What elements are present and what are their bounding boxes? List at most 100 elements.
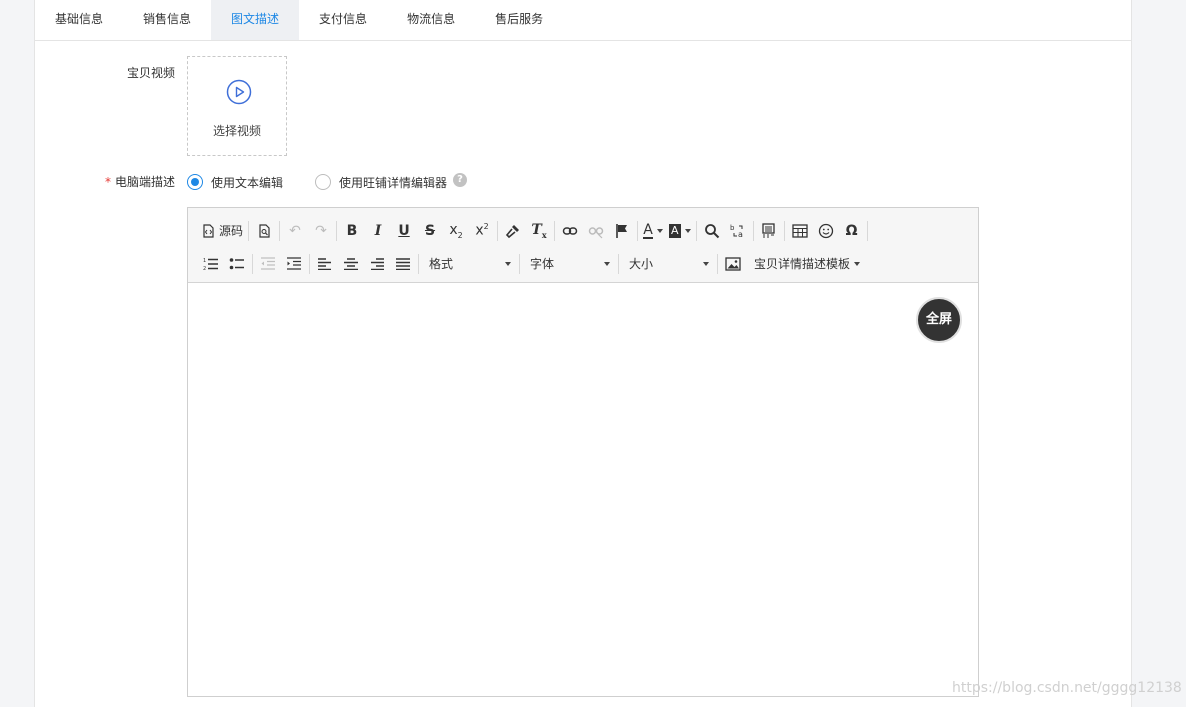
radio-text-editor[interactable]: 使用文本编辑 (187, 174, 283, 191)
redo-button[interactable]: ↷ (308, 218, 334, 244)
align-center-button[interactable] (338, 251, 364, 277)
align-right-button[interactable] (364, 251, 390, 277)
font-family-dropdown-label: 字体 (530, 257, 555, 271)
chevron-down-icon (703, 261, 709, 266)
toolbar-separator (497, 220, 499, 241)
tab-payment-info[interactable]: 支付信息 (299, 0, 387, 40)
undo-icon: ↶ (289, 222, 301, 239)
toolbar-separator (637, 220, 639, 241)
tab-sales-info[interactable]: 销售信息 (123, 0, 211, 40)
superscript-icon: x2 (475, 222, 489, 239)
align-left-button[interactable] (312, 251, 338, 277)
search-button[interactable] (699, 218, 725, 244)
tab-logistics-info[interactable]: 物流信息 (387, 0, 475, 40)
svg-text:a: a (738, 230, 743, 239)
toolbar-separator (309, 253, 310, 274)
outdent-button[interactable] (255, 251, 281, 277)
undo-button[interactable]: ↶ (282, 218, 308, 244)
ordered-list-icon: 12 (203, 258, 218, 271)
table-icon (791, 223, 808, 238)
toolbar-separator (279, 220, 281, 241)
table-button[interactable] (787, 218, 813, 244)
chevron-down-icon (505, 261, 511, 266)
play-circle-icon (226, 79, 252, 105)
insert-image-button[interactable] (720, 251, 746, 277)
font-family-dropdown[interactable]: 字体 (522, 251, 616, 277)
background-color-button[interactable]: A (666, 218, 694, 244)
source-code-icon (203, 223, 214, 238)
chevron-down-icon (604, 261, 610, 266)
text-color-icon: A (643, 221, 653, 239)
emoticon-button[interactable] (813, 218, 839, 244)
link-button[interactable] (557, 218, 583, 244)
toolbar-separator (252, 253, 253, 274)
clear-format-button[interactable]: Tx (526, 218, 552, 244)
toolbar-row-1: 源码 ↶ ↷ B I U S x2 x2 Tx A A b a Ω (198, 214, 978, 247)
underline-icon: U (398, 222, 410, 239)
radio-text-editor-circle[interactable] (187, 174, 203, 190)
unlink-button[interactable] (583, 218, 609, 244)
link-icon (562, 226, 578, 235)
format-painter-icon (505, 224, 520, 238)
fullscreen-button[interactable]: 全屏 (916, 297, 962, 343)
format-dropdown[interactable]: 格式 (421, 251, 517, 277)
page-break-icon (761, 222, 775, 237)
svg-text:2: 2 (203, 266, 206, 271)
toolbar-separator (618, 253, 619, 274)
text-color-button[interactable]: A (640, 218, 666, 244)
underline-button[interactable]: U (391, 218, 417, 244)
bold-button[interactable]: B (339, 218, 365, 244)
description-label: * 电脑端描述 (35, 173, 175, 190)
preview-icon (259, 223, 270, 238)
bullet-list-button[interactable] (224, 251, 250, 277)
help-icon[interactable]: ? (453, 173, 468, 187)
strikethrough-button[interactable]: S (417, 218, 443, 244)
tab-basic-info[interactable]: 基础信息 (35, 0, 123, 40)
subscript-icon: x2 (449, 221, 463, 240)
preview-button[interactable] (251, 218, 277, 244)
page-break-button[interactable] (756, 218, 782, 244)
watermark: https://blog.csdn.net/gggg12138 (952, 680, 1182, 696)
align-justify-button[interactable] (390, 251, 416, 277)
italic-icon: I (374, 222, 382, 239)
anchor-button[interactable] (609, 218, 635, 244)
detail-template-dropdown[interactable]: 宝贝详情描述模板 (746, 251, 866, 277)
editor-content-area[interactable]: 全屏 (188, 283, 978, 696)
editor-toolbar: 源码 ↶ ↷ B I U S x2 x2 Tx A A b a Ω 1 2 格式… (188, 208, 978, 283)
source-code-button[interactable]: 源码 (198, 218, 246, 244)
toolbar-separator (554, 220, 556, 241)
radio-wangpu-editor-circle[interactable] (315, 174, 332, 190)
toolbar-separator (519, 253, 520, 274)
align-right-icon (371, 257, 384, 270)
special-char-button[interactable]: Ω (839, 218, 865, 244)
replace-icon: ba (730, 224, 743, 239)
chevron-down-icon (854, 261, 861, 266)
omega-icon: Ω (845, 222, 858, 239)
align-center-icon (344, 257, 358, 270)
indent-button[interactable] (281, 251, 307, 277)
tab-after-sales[interactable]: 售后服务 (475, 0, 563, 40)
smiley-icon (818, 223, 833, 238)
indent-icon (287, 256, 301, 270)
unlink-icon (588, 226, 604, 238)
font-size-dropdown-label: 大小 (629, 257, 654, 271)
format-dropdown-label: 格式 (429, 257, 454, 271)
subscript-button[interactable]: x2 (443, 218, 469, 244)
font-size-dropdown[interactable]: 大小 (621, 251, 715, 277)
background-color-icon: A (669, 223, 681, 238)
chevron-down-icon (684, 228, 691, 233)
toolbar-separator (695, 220, 697, 241)
find-replace-button[interactable]: ba (725, 218, 751, 244)
search-icon (704, 223, 719, 238)
svg-text:b: b (730, 224, 735, 232)
description-label-text: 电脑端描述 (114, 175, 175, 189)
select-video-button[interactable]: 选择视频 (187, 56, 287, 156)
italic-button[interactable]: I (365, 218, 391, 244)
radio-wangpu-editor[interactable]: 使用旺铺详情编辑器 (315, 174, 447, 191)
select-video-text: 选择视频 (212, 124, 261, 138)
format-painter-button[interactable] (500, 218, 526, 244)
radio-wangpu-editor-label: 使用旺铺详情编辑器 (339, 175, 448, 190)
superscript-button[interactable]: x2 (469, 218, 495, 244)
tab-description[interactable]: 图文描述 (211, 0, 300, 40)
ordered-list-button[interactable]: 12 (198, 251, 224, 277)
